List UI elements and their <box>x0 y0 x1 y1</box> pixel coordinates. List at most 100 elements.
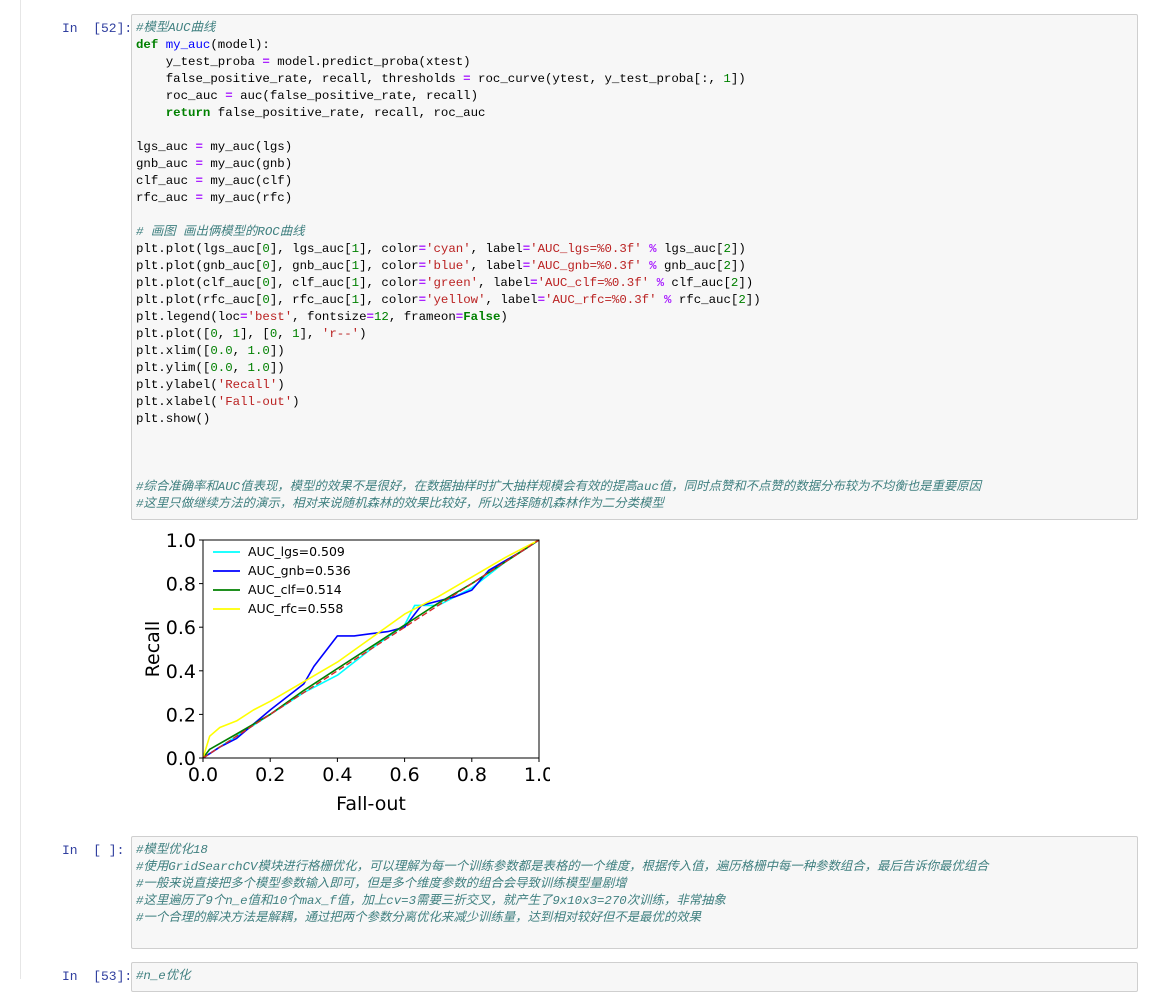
code-token: #使用GridSearchCV模块进行格栅优化，可以理解为每一个训练参数都是表格… <box>136 860 989 874</box>
code-line: #一个合理的解决方法是解耦，通过把两个参数分离优化来减少训练量，达到相对较好但不… <box>136 910 1133 927</box>
code-token: 2 <box>723 259 731 273</box>
code-token: ]) <box>738 276 754 290</box>
code-token: ) <box>292 395 300 409</box>
code-line: #这里只做继续方法的演示，相对来说随机森林的效果比较好，所以选择随机森林作为二分… <box>136 496 1133 513</box>
code-token: lgs_auc[ <box>656 242 724 256</box>
code-token: roc_auc <box>136 89 226 103</box>
code-token: 1.0 <box>247 344 270 358</box>
code-token: ]) <box>745 293 761 307</box>
code-token: 0 <box>262 276 270 290</box>
code-cell-input[interactable]: #模型优化18 #使用GridSearchCV模块进行格栅优化，可以理解为每一个训… <box>131 836 1138 949</box>
code-line: y_test_proba = model.predict_proba(xtest… <box>136 54 1133 71</box>
code-token: ]) <box>269 344 285 358</box>
code-editor[interactable]: #n_e优化 <box>132 963 1137 990</box>
code-token: 'best' <box>247 310 293 324</box>
y-axis-label: Recall <box>142 621 164 678</box>
code-token: ) <box>277 378 285 392</box>
code-line: plt.xlabel('Fall-out') <box>136 394 1133 411</box>
code-token: 12 <box>373 310 389 324</box>
code-line: roc_auc = auc(false_positive_rate, recal… <box>136 88 1133 105</box>
x-tick-label: 1.0 <box>524 764 550 786</box>
code-token: plt.plot(lgs_auc[ <box>136 242 263 256</box>
code-token: ], color <box>359 293 419 307</box>
code-token: plt.plot(rfc_auc[ <box>136 293 263 307</box>
code-token: plt.plot([ <box>136 327 211 341</box>
code-line: #这里遍历了9个n_e值和10个max_f值，加上cv=3需要三折交叉，就产生了… <box>136 893 1133 910</box>
code-cell-input[interactable]: #模型AUC曲线 def my_auc(model): y_test_proba … <box>131 14 1138 520</box>
code-line: #n_e优化 <box>136 968 1133 985</box>
code-token: 'yellow' <box>426 293 486 307</box>
code-token: plt.xlabel( <box>136 395 218 409</box>
code-token: plt.legend(loc <box>136 310 241 324</box>
code-token: = <box>195 191 203 205</box>
y-tick-label: 0.4 <box>166 661 196 683</box>
code-token: roc_curve(ytest, y_test_proba[:, <box>470 72 724 86</box>
code-token: = <box>195 157 203 171</box>
code-token: , <box>232 361 248 375</box>
code-token: #n_e优化 <box>136 969 191 983</box>
code-token: 1 <box>351 242 360 256</box>
code-token: false_positive_rate, recall, thresholds <box>136 72 464 86</box>
code-token: = <box>262 55 270 69</box>
code-token: = <box>418 242 427 256</box>
code-token: plt.show() <box>136 412 211 426</box>
x-axis-label: Fall-out <box>336 793 406 815</box>
code-line: plt.legend(loc='best', fontsize=12, fram… <box>136 309 1133 326</box>
code-token: def <box>136 38 159 52</box>
x-tick-label: 0.8 <box>457 764 487 786</box>
code-line: plt.ylim([0.0, 1.0]) <box>136 360 1133 377</box>
code-token: 0 <box>262 259 270 273</box>
roc-chart: 0.0 0.2 0.4 0.6 0.8 1.00.00.20.40.60.81.0Fall… <box>142 530 554 815</box>
code-token: = <box>225 89 233 103</box>
y-tick-label: 0.0 <box>166 748 196 770</box>
cell-output-plot: 0.0 0.2 0.4 0.6 0.8 1.0 0.0 0.2 0.4 0.6 0.8 1.0 Fall… <box>140 528 554 818</box>
code-token: 1 <box>723 72 731 86</box>
code-token: #模型优化18 <box>136 843 208 857</box>
code-token: 'AUC_lgs=%0.3f' <box>530 242 642 256</box>
code-line: plt.plot(gnb_auc[0], gnb_auc[1], color='… <box>136 258 1133 275</box>
code-token: 1 <box>351 293 360 307</box>
code-line: #一般来说直接把多个模型参数输入即可，但是多个维度参数的组合会导致训练模型量剧增 <box>136 876 1133 893</box>
legend-label: AUC_rfc=0.558 <box>248 601 343 616</box>
code-line: #使用GridSearchCV模块进行格栅优化，可以理解为每一个训练参数都是表格… <box>136 859 1133 876</box>
code-token: , frameon <box>388 310 456 324</box>
code-token: , label <box>470 242 523 256</box>
code-line: plt.xlim([0.0, 1.0]) <box>136 343 1133 360</box>
code-line: rfc_auc = my_auc(rfc) <box>136 190 1133 207</box>
code-cell-input[interactable]: #n_e优化 <box>131 962 1138 992</box>
code-token: , <box>232 344 248 358</box>
code-token: 'blue' <box>426 259 471 273</box>
code-token: false_positive_rate, recall, roc_auc <box>210 106 486 120</box>
code-token: clf_auc <box>136 174 196 188</box>
code-line: def my_auc(model): <box>136 37 1133 54</box>
code-token: = <box>366 310 374 324</box>
code-token: 0 <box>210 327 218 341</box>
code-token: rfc_auc <box>136 191 196 205</box>
code-editor[interactable]: #模型AUC曲线 def my_auc(model): y_test_proba … <box>132 15 1137 518</box>
code-line: plt.plot(lgs_auc[0], lgs_auc[1], color='… <box>136 241 1133 258</box>
code-token: 1 <box>351 259 360 273</box>
code-token: rfc_auc[ <box>671 293 739 307</box>
code-token: ]) <box>730 259 746 273</box>
code-token: 0 <box>262 242 270 256</box>
code-token: ]) <box>730 242 746 256</box>
code-token: = <box>537 293 546 307</box>
code-line: plt.plot([0, 1], [0, 1], 'r--') <box>136 326 1133 343</box>
code-token: % <box>656 276 664 290</box>
code-token: y_test_proba <box>136 55 263 69</box>
code-token: plt.ylabel( <box>136 378 218 392</box>
code-token: 'Fall-out' <box>217 395 293 409</box>
code-editor[interactable]: #模型优化18 #使用GridSearchCV模块进行格栅优化，可以理解为每一个训… <box>132 837 1137 948</box>
code-token: #一个合理的解决方法是解耦，通过把两个参数分离优化来减少训练量，达到相对较好但不… <box>136 911 702 925</box>
legend-label: AUC_lgs=0.509 <box>248 544 345 559</box>
code-token: ], rfc_auc[ <box>269 293 352 307</box>
code-line: false_positive_rate, recall, thresholds … <box>136 71 1133 88</box>
code-token: ]) <box>269 361 285 375</box>
code-token: ], <box>299 327 322 341</box>
